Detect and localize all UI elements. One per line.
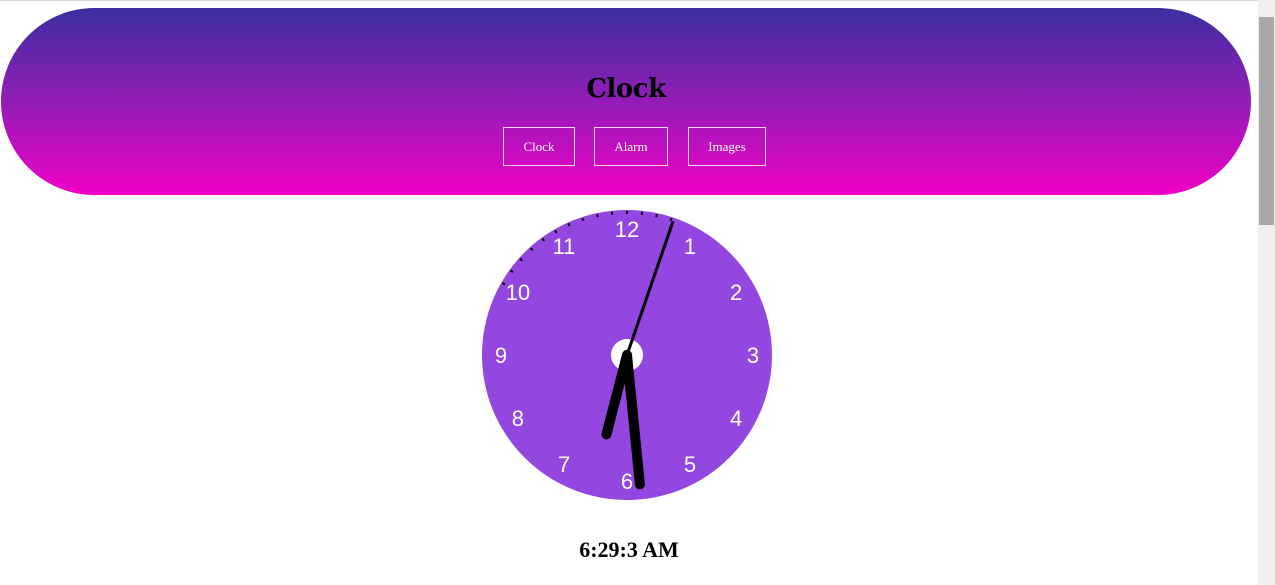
scrollbar-thumb[interactable]: [1259, 17, 1274, 225]
clock-number-9: 9: [495, 343, 507, 368]
top-border: [0, 0, 1258, 1]
clock-tick: [501, 282, 506, 286]
clock-number-5: 5: [684, 452, 696, 477]
clock-tick: [655, 213, 658, 218]
digital-time: 6:29:3 AM: [579, 537, 679, 562]
clock-number-7: 7: [558, 452, 570, 477]
clock-tick: [567, 223, 571, 227]
vertical-scrollbar[interactable]: [1258, 0, 1275, 585]
nav-images-button[interactable]: Images: [688, 127, 766, 166]
clock-number-2: 2: [730, 280, 742, 305]
page-title: Clock: [586, 74, 666, 104]
clock-tick: [581, 217, 585, 222]
clock-number-12: 12: [615, 217, 639, 242]
clock-tick: [669, 217, 673, 222]
clock-number-3: 3: [747, 343, 759, 368]
clock-tick: [509, 269, 514, 273]
clock-tick: [554, 229, 558, 234]
clock-tick: [596, 213, 599, 218]
analog-clock: 12 1 2 3 4 5 6 7 8 9 10 11: [482, 210, 772, 500]
clock-number-1: 1: [684, 234, 696, 259]
nav-alarm-button[interactable]: Alarm: [594, 127, 668, 166]
clock-number-4: 4: [730, 406, 742, 431]
nav-bar: Clock Alarm Images: [1, 127, 1251, 166]
header-banner: Clock Clock Alarm Images: [1, 8, 1251, 195]
clock-number-6: 6: [621, 469, 633, 494]
clock-number-11: 11: [553, 234, 576, 259]
clock-number-10: 10: [506, 280, 530, 305]
nav-clock-button[interactable]: Clock: [503, 127, 575, 166]
clock-number-8: 8: [512, 406, 524, 431]
clock-tick: [541, 237, 545, 242]
